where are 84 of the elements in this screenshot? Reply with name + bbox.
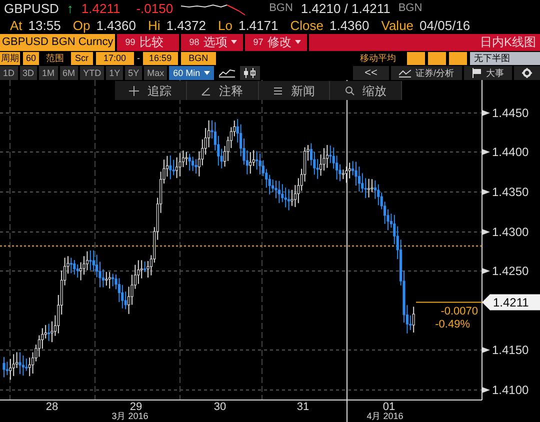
stat-label: Hi (148, 19, 160, 32)
candlestick-icon (243, 68, 258, 78)
period-button[interactable]: YTD (80, 66, 104, 80)
stat-value: 1.4360 (96, 19, 136, 32)
x-axis-label: 01 (382, 401, 396, 414)
analysis-button[interactable]: 证券/分析 (391, 66, 462, 80)
line-chart-icon (219, 68, 236, 78)
y-axis-label: 1.4150 (492, 343, 529, 358)
chart-title: 日内K线图 (309, 34, 540, 51)
lower-chart-dropdown[interactable]: 无下半图 (470, 52, 540, 66)
events-button[interactable]: 大事 (464, 66, 512, 80)
candle-button[interactable] (240, 66, 260, 80)
stat-label: At (10, 19, 22, 32)
y-axis-label: 1.4100 (492, 383, 529, 398)
month-label: 3月 2016 (112, 411, 148, 422)
interval-dropdown[interactable]: 60 Min (169, 66, 214, 80)
stat-label: Value (381, 19, 414, 32)
last-price-line (416, 302, 482, 303)
pen-icon (201, 86, 212, 96)
ticker: GBPUSD (4, 2, 59, 16)
moving-average-field[interactable] (428, 52, 446, 66)
period-button[interactable]: Max (144, 66, 168, 80)
caret-icon (204, 71, 210, 76)
stat-label: Lo (218, 19, 232, 32)
bid-ask: 1.4210 / 1.4211 (300, 2, 390, 16)
source-field[interactable]: BGN (180, 52, 216, 66)
period-button[interactable]: 5Y (125, 66, 142, 80)
x-axis-label: 29 (130, 401, 142, 414)
y-axis-label: 1.4250 (492, 264, 529, 278)
chart-tool-button[interactable]: 追踪 (115, 81, 187, 100)
price-change: -.0150 (136, 2, 174, 16)
period-field[interactable]: 60 (23, 52, 40, 66)
ask-source: BGN (398, 3, 422, 14)
chart-tool-button[interactable]: 注释 (186, 81, 258, 100)
period-button[interactable]: 6M (60, 66, 78, 80)
sparkline (181, 2, 246, 16)
range-label: 范围 (45, 54, 66, 64)
x-axis-label: 31 (296, 401, 310, 414)
range-type-field[interactable]: Scr (71, 52, 93, 66)
flag-icon (472, 68, 482, 78)
y-axis-label: 1.4350 (492, 185, 529, 200)
change-value: -0.0070 (440, 305, 478, 318)
last-price: 1.4211 (81, 2, 120, 16)
period-button[interactable]: 1Y (106, 66, 124, 80)
start-time-field[interactable]: 17:00 (96, 52, 134, 66)
settings-icon (522, 68, 532, 78)
stat-label: Op (72, 19, 90, 32)
chart-tool-button[interactable]: 新闻 (258, 81, 330, 100)
period-button[interactable]: 3D (20, 66, 38, 80)
y-axis-label: 1.4300 (492, 225, 529, 240)
security-field[interactable]: GBPUSD BGN Curncy (0, 34, 116, 51)
list-icon (272, 86, 283, 96)
bid-source: BGN (269, 3, 293, 14)
moving-average-label: 移动平均 (360, 54, 396, 64)
period-label: 周期 (0, 52, 20, 66)
range-dash: - (137, 54, 140, 64)
period-button[interactable]: 1M (39, 66, 58, 80)
moving-average-field[interactable] (407, 52, 425, 66)
month-label: 4月 2016 (366, 411, 404, 422)
chart-icon (399, 68, 412, 78)
moving-average-field[interactable] (449, 52, 467, 66)
stat-label: Close (290, 19, 324, 32)
period-button[interactable]: 1D (0, 66, 18, 80)
price-tag: 1.4211 (482, 294, 540, 310)
back-button[interactable]: << (352, 66, 390, 80)
search-icon (344, 86, 355, 96)
settings-button[interactable] (514, 66, 540, 80)
crosshair-icon (129, 86, 140, 96)
x-axis-label: 28 (46, 401, 58, 414)
chart-tool-button[interactable]: 缩放 (330, 81, 402, 100)
x-axis-label: 30 (214, 401, 226, 414)
stat-value: 1.4360 (329, 19, 370, 32)
y-axis-label: 1.4450 (492, 106, 529, 120)
stat-value: 04/05/16 (420, 19, 470, 32)
action-button[interactable]: 99 比较 (117, 34, 180, 51)
action-button[interactable]: 98 选项 (181, 34, 244, 51)
stat-value: 1.4372 (166, 19, 206, 32)
stat-value: 13:55 (28, 19, 61, 32)
direction-arrow: ↑ (66, 2, 74, 16)
stat-value: 1.4171 (238, 19, 278, 32)
end-time-field[interactable]: 16:59 (143, 52, 178, 66)
y-axis-label: 1.4400 (492, 145, 529, 160)
change-percent: -0.49% (435, 318, 470, 330)
action-button[interactable]: 97 修改 (245, 34, 308, 51)
